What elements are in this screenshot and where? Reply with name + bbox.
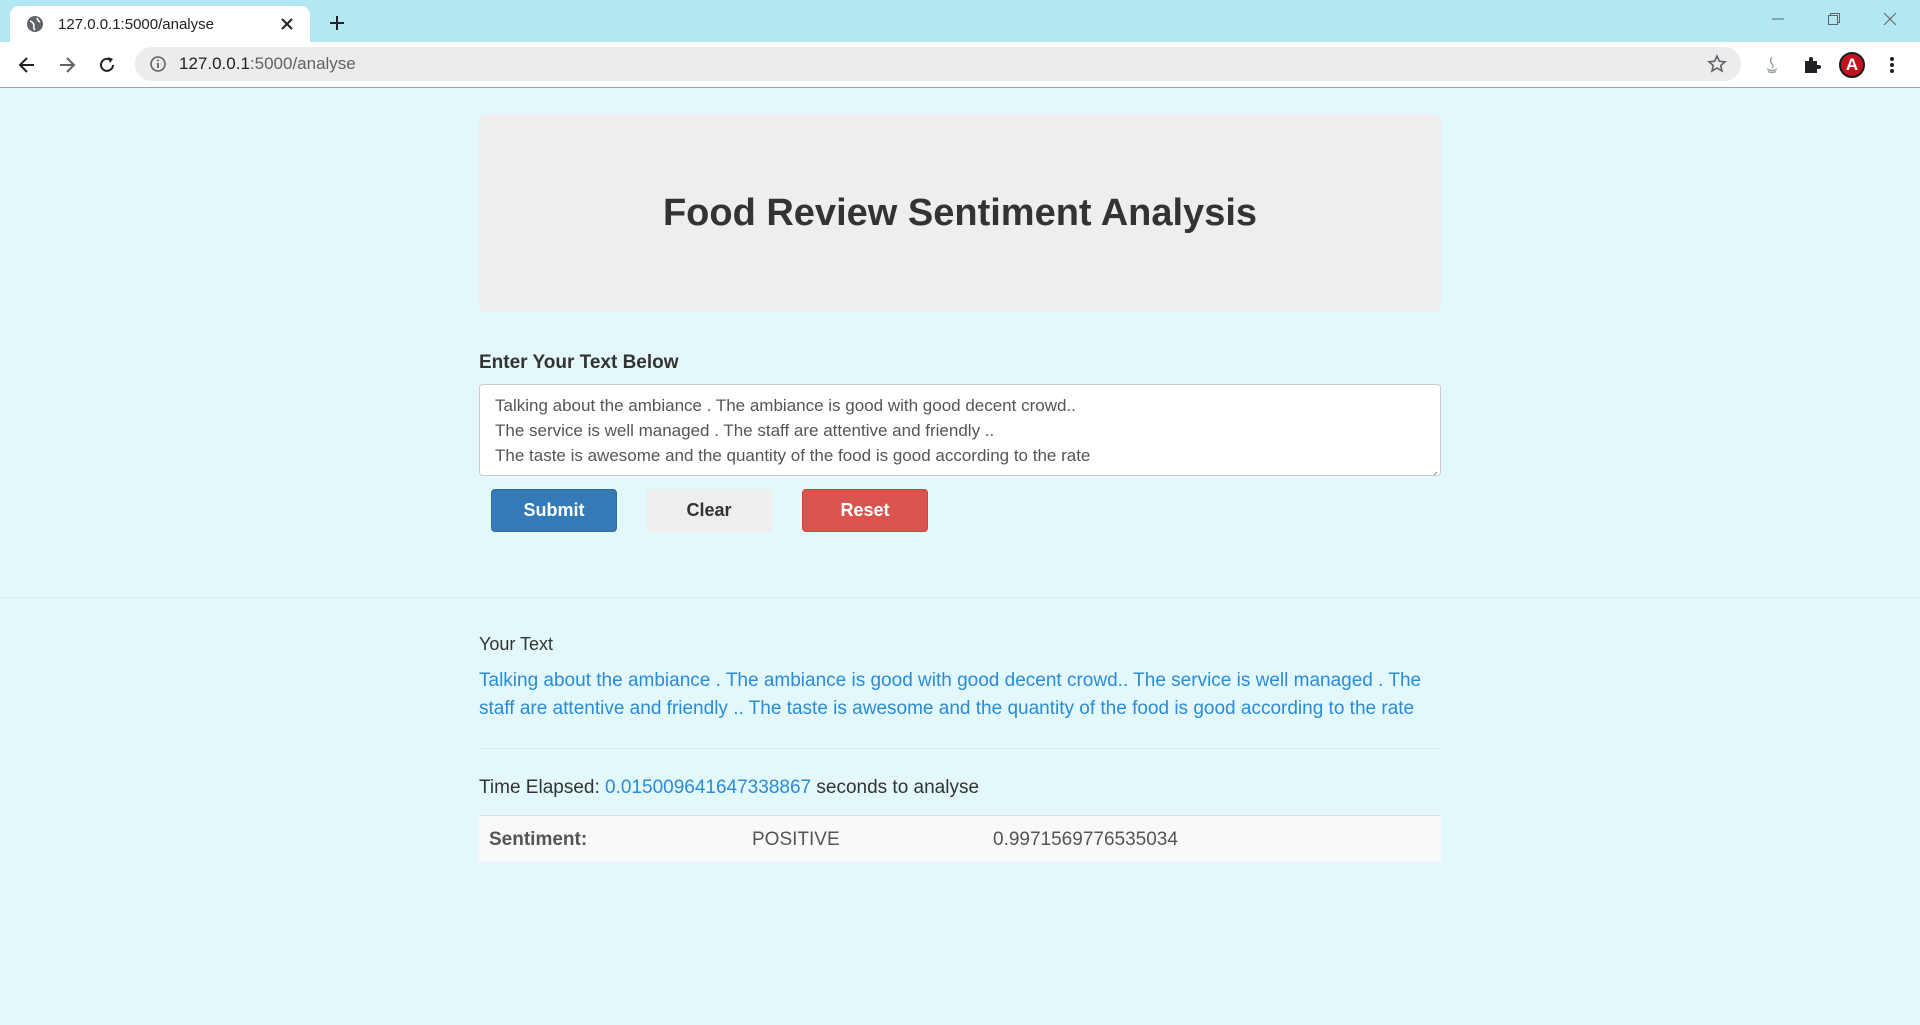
extensions-puzzle-icon[interactable] <box>1798 51 1826 79</box>
elapsed-value: 0.015009641647338867 <box>605 777 812 798</box>
resize-grip-icon[interactable] <box>1428 463 1438 475</box>
back-arrow-icon[interactable] <box>13 51 41 79</box>
new-tab-icon[interactable] <box>324 10 350 36</box>
info-icon[interactable] <box>149 55 167 73</box>
browser-menu-icon[interactable] <box>1878 51 1906 79</box>
forward-arrow-icon[interactable] <box>53 51 81 79</box>
browser-tab-strip: 127.0.0.1:5000/analyse <box>0 0 1920 42</box>
header-jumbotron: Food Review Sentiment Analysis <box>479 114 1441 312</box>
url-host: 127.0.0.1 <box>179 54 250 73</box>
java-extension-icon[interactable] <box>1758 51 1786 79</box>
elapsed-suffix: seconds to analyse <box>816 777 980 798</box>
sentiment-value: POSITIVE <box>752 829 840 850</box>
address-bar[interactable]: 127.0.0.1:5000/analyse <box>135 47 1741 81</box>
elapsed-prefix: Time Elapsed: <box>479 777 600 798</box>
submitted-text: Talking about the ambiance . The ambianc… <box>479 670 1422 719</box>
profile-initial: A <box>1839 52 1865 78</box>
url-text: 127.0.0.1:5000/analyse <box>179 54 356 74</box>
review-text-input[interactable]: Talking about the ambiance . The ambianc… <box>479 384 1441 476</box>
tab-title: 127.0.0.1:5000/analyse <box>58 15 214 33</box>
input-label: Enter Your Text Below <box>479 352 679 373</box>
page-title: Food Review Sentiment Analysis <box>662 191 1258 234</box>
time-elapsed: Time Elapsed: 0.015009641647338867 secon… <box>479 777 979 799</box>
sentiment-label: Sentiment: <box>489 829 588 850</box>
input-line: The service is well managed . The staff … <box>495 421 995 440</box>
your-text-label: Your Text <box>479 634 554 654</box>
section-divider <box>0 597 1920 598</box>
reload-icon[interactable] <box>93 51 121 79</box>
globe-icon <box>26 15 44 33</box>
clear-button[interactable]: Clear <box>646 489 772 532</box>
bookmark-star-icon[interactable] <box>1707 54 1727 74</box>
input-line: The taste is awesome and the quantity of… <box>495 446 1091 465</box>
input-line: Talking about the ambiance . The ambianc… <box>495 396 1076 415</box>
browser-tab[interactable]: 127.0.0.1:5000/analyse <box>10 6 310 42</box>
reset-button[interactable]: Reset <box>802 489 928 532</box>
close-tab-icon[interactable] <box>278 15 296 33</box>
browser-toolbar: 127.0.0.1:5000/analyse A <box>0 42 1920 88</box>
sentiment-result-row: Sentiment: POSITIVE 0.9971569776535034 <box>479 815 1441 862</box>
url-path: :5000/analyse <box>249 54 356 73</box>
close-window-icon[interactable] <box>1870 6 1910 32</box>
minimize-icon[interactable] <box>1758 6 1798 32</box>
sentiment-score: 0.9971569776535034 <box>993 829 1178 850</box>
submit-button[interactable]: Submit <box>491 489 617 532</box>
restore-icon[interactable] <box>1814 6 1854 32</box>
result-divider <box>479 748 1441 749</box>
profile-avatar[interactable]: A <box>1838 51 1866 79</box>
